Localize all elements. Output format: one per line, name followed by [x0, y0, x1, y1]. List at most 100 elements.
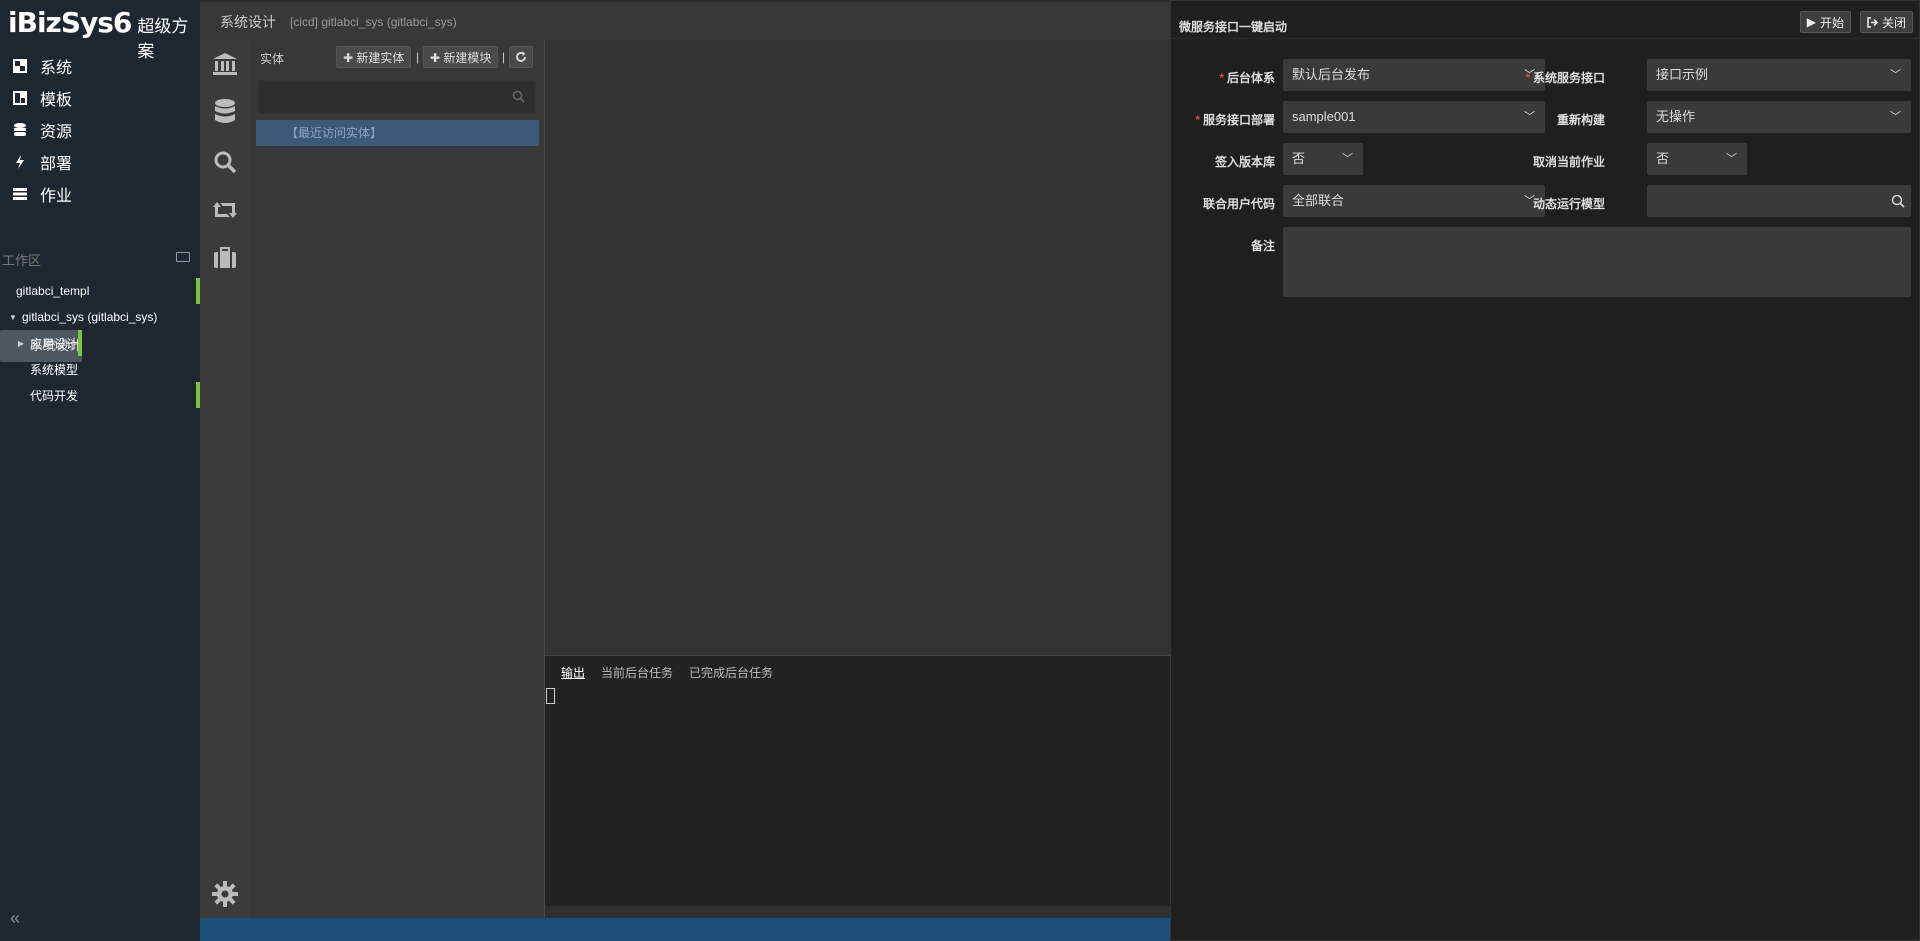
- start-button[interactable]: ▶ 开始: [1799, 11, 1851, 33]
- nav-label: 部署: [40, 156, 73, 173]
- new-entity-button[interactable]: ✚ 新建实体: [336, 46, 412, 68]
- tree-item-code-dev[interactable]: 代码开发: [0, 382, 200, 408]
- nav-label: 作业: [40, 188, 73, 205]
- chevron-down-icon: ﹀: [1890, 69, 1901, 81]
- field-label-cancel-job: 取消当前作业: [1532, 155, 1605, 169]
- briefcase-icon[interactable]: [211, 244, 239, 272]
- output-tabs: 输出 当前后台任务 已完成后台任务: [561, 664, 773, 681]
- cancel-job-value: 否: [1656, 151, 1670, 166]
- search-icon[interactable]: [1891, 194, 1905, 208]
- refresh-button[interactable]: [509, 46, 533, 68]
- chevron-down-icon: ﹀: [1890, 111, 1901, 123]
- entity-search-input[interactable]: [258, 80, 536, 114]
- sign-out-icon: [1867, 16, 1878, 28]
- collapse-sidebar-icon[interactable]: «: [10, 908, 20, 929]
- checkin-select[interactable]: 否 ﹀: [1283, 143, 1363, 175]
- sys-interface-value: 接口示例: [1656, 67, 1709, 82]
- dialog-title: 微服务接口一键启动: [1179, 20, 1288, 34]
- tab-output[interactable]: 输出: [561, 664, 585, 681]
- bank-icon[interactable]: [211, 50, 239, 78]
- field-label-user-code: 联合用户代码: [1202, 197, 1275, 211]
- template-icon: [12, 90, 28, 106]
- play-icon: ▶: [1806, 15, 1816, 29]
- workspace-header: 工作区: [0, 250, 200, 270]
- status-bar: [200, 918, 1170, 941]
- design-canvas: [545, 40, 1170, 655]
- rebuild-value: 无操作: [1656, 109, 1696, 124]
- tree-item-gitlabci-sys[interactable]: ▼ gitlabci_sys (gitlabci_sys): [0, 304, 200, 330]
- page-title: 系统设计: [220, 14, 276, 30]
- field-label-rebuild: 重新构建: [1556, 113, 1605, 127]
- quick-start-dialog: 微服务接口一键启动 ▶ 开始 关闭 * 后台体系 默认后台发布 ﹀ * 系统服务…: [1170, 0, 1920, 941]
- gear-icon[interactable]: [211, 880, 239, 908]
- tree-item-app-design[interactable]: ▶ 应用设计: [0, 330, 200, 356]
- search-icon[interactable]: [512, 90, 525, 103]
- logo-text: iBizSys6: [8, 6, 132, 39]
- rebuild-select[interactable]: 无操作 ﹀: [1647, 101, 1911, 133]
- tree-item-label: 系统模型: [30, 362, 79, 377]
- field-label-backend: * 后台体系: [1219, 71, 1275, 85]
- tree-item-system-model[interactable]: 系统模型: [0, 356, 200, 382]
- console-cursor[interactable]: [546, 688, 555, 704]
- tree-item-label: 代码开发: [30, 388, 79, 403]
- chevron-down-icon: ﹀: [1726, 153, 1737, 165]
- search-icon[interactable]: [211, 148, 239, 176]
- nav-item-deploy[interactable]: 部署: [0, 146, 200, 178]
- database-icon[interactable]: [211, 98, 239, 126]
- grid-icon: [12, 58, 28, 74]
- sys-interface-select[interactable]: 接口示例 ﹀: [1647, 59, 1911, 91]
- field-label-sys-interface: * 系统服务接口: [1525, 71, 1605, 85]
- tree-item-label: gitlabci_templ: [16, 284, 90, 298]
- checkin-value: 否: [1292, 151, 1306, 166]
- entity-panel: 实体 ✚ 新建实体 | ✚ 新建模块 | 【最近访问实体】: [250, 40, 545, 918]
- horizontal-scrollbar[interactable]: [545, 906, 1170, 918]
- nav-item-job[interactable]: 作业: [0, 178, 200, 210]
- required-marker: *: [1525, 71, 1530, 85]
- tree-item-gitlabci-templ[interactable]: gitlabci_templ: [0, 278, 200, 304]
- app-logo[interactable]: iBizSys6 超级方案: [8, 6, 200, 61]
- refresh-icon: [516, 51, 526, 62]
- chevron-down-icon: ﹀: [1342, 153, 1353, 165]
- tree-item-label: 应用设计: [30, 336, 79, 351]
- backend-value: 默认后台发布: [1292, 67, 1371, 82]
- nav-item-system[interactable]: 系统: [0, 50, 200, 82]
- field-label-dyn-model: 动态运行模型: [1532, 197, 1605, 211]
- tree-item-label: gitlabci_sys (gitlabci_sys): [22, 310, 158, 324]
- left-sidebar: iBizSys6 超级方案 系统 模板 资源 部署 作业 工作区 gitlabc…: [0, 0, 200, 941]
- nav-item-template[interactable]: 模板: [0, 82, 200, 114]
- recent-entities-item[interactable]: 【最近访问实体】: [256, 120, 539, 146]
- caret-right-icon[interactable]: ▶: [16, 339, 26, 348]
- database-icon: [12, 122, 28, 138]
- dialog-header: 微服务接口一键启动 ▶ 开始 关闭: [1171, 1, 1919, 39]
- workspace-title: 工作区: [2, 253, 42, 268]
- page-subtitle: [cicd] gitlabci_sys (gitlabci_sys): [290, 15, 457, 29]
- tool-iconbar: [200, 0, 250, 941]
- folder-icon[interactable]: [176, 252, 190, 262]
- dyn-model-picker[interactable]: [1647, 185, 1911, 217]
- required-marker: *: [1219, 71, 1224, 85]
- field-label-deploy: * 服务接口部署: [1195, 113, 1275, 127]
- nav-label: 资源: [40, 124, 73, 141]
- remark-textarea[interactable]: [1283, 227, 1911, 297]
- new-module-button[interactable]: ✚ 新建模块: [423, 46, 499, 68]
- tab-current-tasks[interactable]: 当前后台任务: [601, 664, 673, 681]
- user-code-value: 全部联合: [1292, 193, 1345, 208]
- caret-down-icon[interactable]: ▼: [8, 313, 18, 322]
- cancel-job-select[interactable]: 否 ﹀: [1647, 143, 1747, 175]
- nav-item-resource[interactable]: 资源: [0, 114, 200, 146]
- main-nav: 系统 模板 资源 部署 作业: [0, 50, 200, 210]
- nav-label: 系统: [40, 60, 73, 77]
- field-label-checkin: 签入版本库: [1214, 155, 1275, 169]
- start-label: 开始: [1819, 15, 1844, 30]
- tab-finished-tasks[interactable]: 已完成后台任务: [689, 664, 773, 681]
- output-panel: 输出 当前后台任务 已完成后台任务: [545, 655, 1170, 918]
- close-button[interactable]: 关闭: [1859, 11, 1913, 33]
- close-label: 关闭: [1881, 15, 1906, 30]
- toolbar-separator: |: [502, 50, 506, 64]
- field-label-remark: 备注: [1250, 239, 1275, 253]
- top-bar: 系统设计 [cicd] gitlabci_sys (gitlabci_sys): [200, 0, 1170, 40]
- entity-panel-title: 实体: [260, 52, 285, 66]
- retweet-icon[interactable]: [211, 196, 239, 224]
- required-marker: *: [1195, 113, 1200, 127]
- deploy-value: sample001: [1292, 109, 1356, 124]
